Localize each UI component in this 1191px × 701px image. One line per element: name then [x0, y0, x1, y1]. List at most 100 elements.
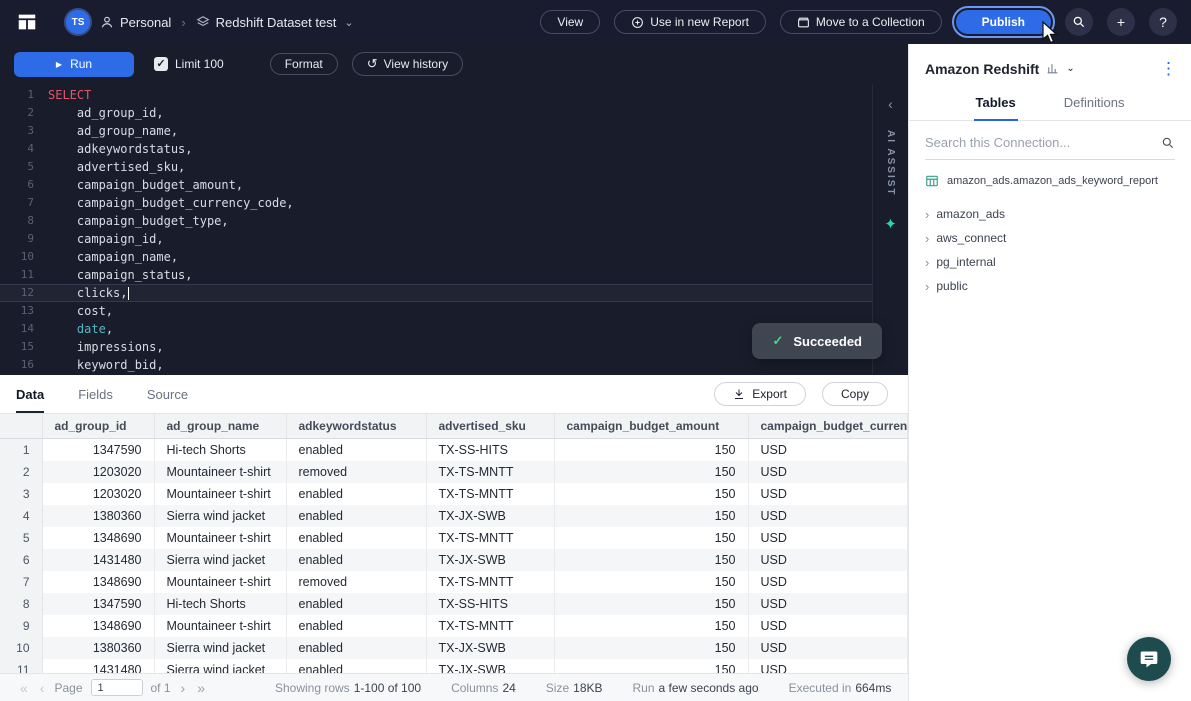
- table-cell[interactable]: 1431480: [42, 659, 154, 674]
- chat-launcher-button[interactable]: [1127, 637, 1171, 681]
- table-cell[interactable]: USD: [748, 483, 908, 505]
- column-header[interactable]: ad_group_name: [154, 414, 286, 439]
- row-number[interactable]: 7: [0, 571, 42, 593]
- table-cell[interactable]: 1347590: [42, 593, 154, 615]
- code-line[interactable]: 4 adkeywordstatus,: [0, 140, 872, 158]
- table-cell[interactable]: USD: [748, 593, 908, 615]
- table-cell[interactable]: 150: [554, 659, 748, 674]
- column-header[interactable]: campaign_budget_curren: [748, 414, 908, 439]
- publish-button[interactable]: Publish: [956, 10, 1051, 34]
- chevron-down-icon[interactable]: ⌄: [1066, 63, 1074, 74]
- table-cell[interactable]: Sierra wind jacket: [154, 505, 286, 527]
- schema-item-aws_connect[interactable]: ›aws_connect: [921, 226, 1179, 250]
- connection-menu-button[interactable]: ⋮: [1160, 60, 1177, 77]
- code-line[interactable]: 14 date,: [0, 320, 872, 338]
- avatar[interactable]: TS: [66, 10, 90, 34]
- code-line[interactable]: 11 campaign_status,: [0, 266, 872, 284]
- code-line[interactable]: 6 campaign_budget_amount,: [0, 176, 872, 194]
- column-header[interactable]: advertised_sku: [426, 414, 554, 439]
- table-cell[interactable]: Mountaineer t-shirt: [154, 571, 286, 593]
- schema-item-pg_internal[interactable]: ›pg_internal: [921, 250, 1179, 274]
- table-cell[interactable]: USD: [748, 527, 908, 549]
- table-cell[interactable]: TX-SS-HITS: [426, 439, 554, 461]
- code-editor[interactable]: 1SELECT2 ad_group_id,3 ad_group_name,4 a…: [0, 84, 872, 375]
- app-logo[interactable]: [14, 9, 40, 35]
- table-cell[interactable]: 150: [554, 593, 748, 615]
- table-cell[interactable]: TX-SS-HITS: [426, 593, 554, 615]
- table-cell[interactable]: TX-JX-SWB: [426, 505, 554, 527]
- tab-source[interactable]: Source: [147, 375, 188, 413]
- table-cell[interactable]: 1380360: [42, 505, 154, 527]
- chevron-down-icon[interactable]: ⌄: [344, 16, 353, 29]
- table-cell[interactable]: Mountaineer t-shirt: [154, 483, 286, 505]
- code-line[interactable]: 2 ad_group_id,: [0, 104, 872, 122]
- row-number[interactable]: 1: [0, 439, 42, 461]
- tab-fields[interactable]: Fields: [78, 375, 113, 413]
- table-cell[interactable]: USD: [748, 659, 908, 674]
- code-line[interactable]: 12 clicks,: [0, 284, 872, 302]
- table-search-result[interactable]: amazon_ads.amazon_ads_keyword_report: [909, 160, 1191, 196]
- table-cell[interactable]: Sierra wind jacket: [154, 549, 286, 571]
- use-in-report-button[interactable]: Use in new Report: [614, 10, 766, 34]
- table-cell[interactable]: TX-JX-SWB: [426, 637, 554, 659]
- table-cell[interactable]: TX-TS-MNTT: [426, 483, 554, 505]
- table-cell[interactable]: Sierra wind jacket: [154, 637, 286, 659]
- table-cell[interactable]: USD: [748, 571, 908, 593]
- table-cell[interactable]: enabled: [286, 439, 426, 461]
- connection-search[interactable]: [925, 135, 1175, 160]
- last-page-button[interactable]: »: [191, 680, 211, 696]
- page-input[interactable]: [91, 679, 143, 696]
- ai-sparkle-icon[interactable]: ✦: [884, 215, 897, 233]
- row-number[interactable]: 6: [0, 549, 42, 571]
- table-cell[interactable]: Mountaineer t-shirt: [154, 615, 286, 637]
- connection-search-input[interactable]: [925, 135, 1153, 150]
- table-cell[interactable]: 150: [554, 505, 748, 527]
- breadcrumb-document[interactable]: Redshift Dataset test ⌄: [196, 15, 354, 30]
- table-cell[interactable]: removed: [286, 571, 426, 593]
- table-cell[interactable]: USD: [748, 637, 908, 659]
- row-number[interactable]: 3: [0, 483, 42, 505]
- table-cell[interactable]: Hi-tech Shorts: [154, 439, 286, 461]
- tab-tables[interactable]: Tables: [974, 87, 1018, 121]
- column-header[interactable]: adkeywordstatus: [286, 414, 426, 439]
- table-cell[interactable]: USD: [748, 439, 908, 461]
- view-button[interactable]: View: [540, 10, 600, 34]
- column-header[interactable]: campaign_budget_amount: [554, 414, 748, 439]
- export-button[interactable]: Export: [714, 382, 806, 406]
- prev-page-button[interactable]: ‹: [34, 680, 51, 696]
- table-cell[interactable]: 150: [554, 637, 748, 659]
- code-line[interactable]: 3 ad_group_name,: [0, 122, 872, 140]
- schema-item-amazon_ads[interactable]: ›amazon_ads: [921, 202, 1179, 226]
- table-cell[interactable]: 150: [554, 483, 748, 505]
- collapse-panel-button[interactable]: ‹: [888, 96, 893, 112]
- table-cell[interactable]: TX-TS-MNTT: [426, 527, 554, 549]
- table-cell[interactable]: USD: [748, 505, 908, 527]
- table-cell[interactable]: 1348690: [42, 615, 154, 637]
- next-page-button[interactable]: ›: [175, 680, 192, 696]
- table-cell[interactable]: Mountaineer t-shirt: [154, 461, 286, 483]
- table-cell[interactable]: 150: [554, 527, 748, 549]
- table-cell[interactable]: enabled: [286, 483, 426, 505]
- table-cell[interactable]: Mountaineer t-shirt: [154, 527, 286, 549]
- create-new-button[interactable]: +: [1107, 8, 1135, 36]
- table-cell[interactable]: 1348690: [42, 571, 154, 593]
- schema-item-public[interactable]: ›public: [921, 274, 1179, 298]
- breadcrumb-workspace[interactable]: Personal: [100, 15, 171, 30]
- table-cell[interactable]: TX-JX-SWB: [426, 659, 554, 674]
- code-line[interactable]: 15 impressions,: [0, 338, 872, 356]
- row-number[interactable]: 9: [0, 615, 42, 637]
- table-cell[interactable]: TX-JX-SWB: [426, 549, 554, 571]
- copy-button[interactable]: Copy: [822, 382, 888, 406]
- row-number[interactable]: 4: [0, 505, 42, 527]
- table-cell[interactable]: 150: [554, 461, 748, 483]
- move-to-collection-button[interactable]: Move to a Collection: [780, 10, 942, 34]
- table-cell[interactable]: 1347590: [42, 439, 154, 461]
- search-button[interactable]: [1065, 8, 1093, 36]
- table-cell[interactable]: enabled: [286, 505, 426, 527]
- row-number[interactable]: 11: [0, 659, 42, 674]
- table-cell[interactable]: Hi-tech Shorts: [154, 593, 286, 615]
- table-cell[interactable]: enabled: [286, 593, 426, 615]
- limit-checkbox-group[interactable]: ✓ Limit 100: [154, 57, 224, 71]
- row-number[interactable]: 5: [0, 527, 42, 549]
- table-cell[interactable]: 1431480: [42, 549, 154, 571]
